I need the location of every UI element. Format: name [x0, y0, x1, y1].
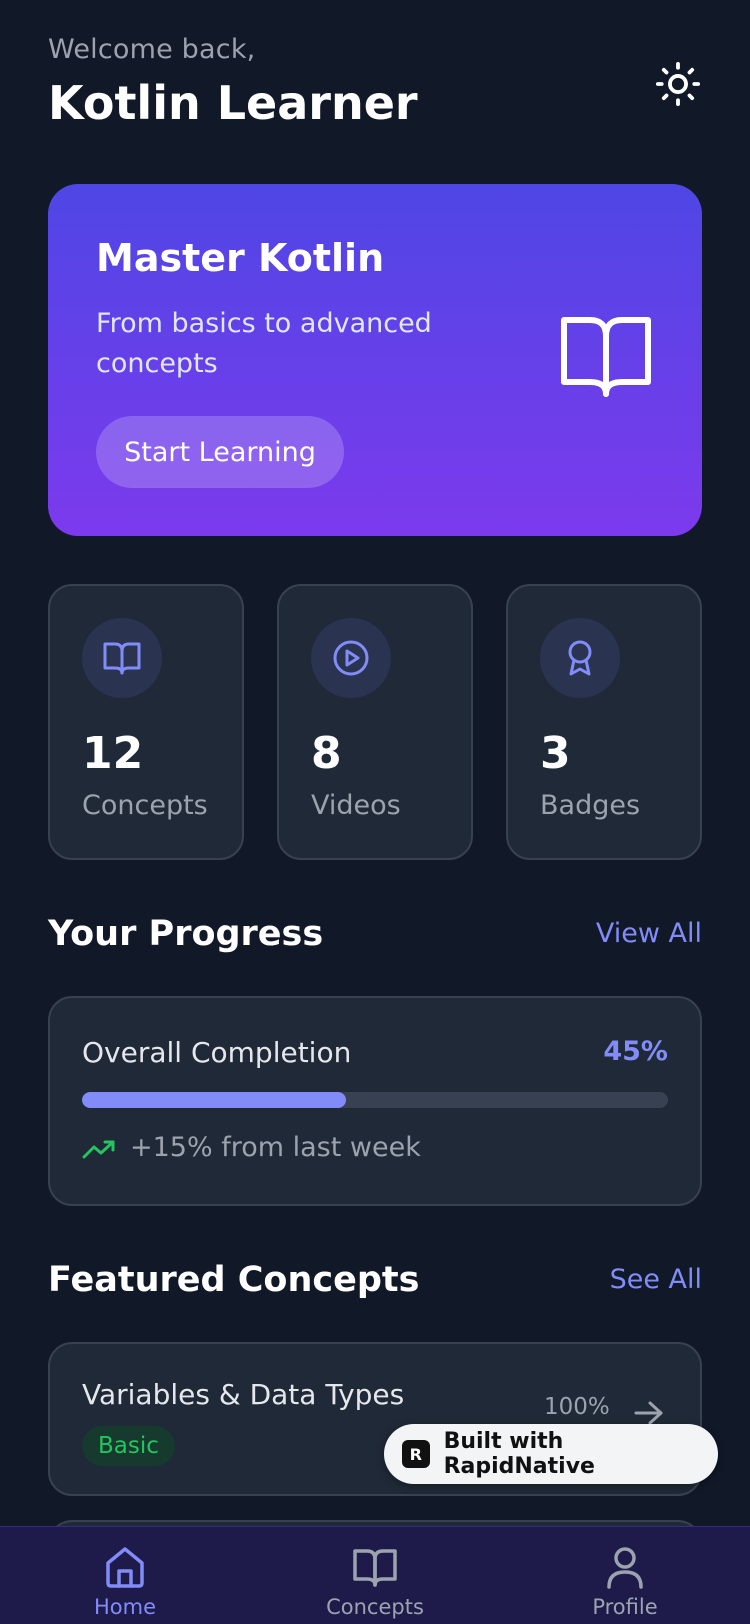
- stat-card-badges[interactable]: 3 Badges: [506, 584, 702, 860]
- tab-profile[interactable]: Profile: [500, 1527, 750, 1624]
- progress-label: Overall Completion: [82, 1036, 352, 1069]
- tab-concepts[interactable]: Concepts: [250, 1527, 500, 1624]
- built-with-badge[interactable]: R Built with RapidNative: [384, 1424, 718, 1484]
- stat-icon-badge: [82, 618, 162, 698]
- progress-percent: 45%: [603, 1036, 668, 1067]
- award-icon: [568, 640, 592, 676]
- stat-card-videos[interactable]: 8 Videos: [277, 584, 473, 860]
- sun-icon: [655, 61, 701, 107]
- trend-text: +15% from last week: [130, 1132, 421, 1163]
- stat-label: Concepts: [82, 790, 208, 821]
- progress-bar-fill: [82, 1092, 346, 1108]
- view-all-link[interactable]: View All: [596, 918, 702, 949]
- progress-bar: [82, 1092, 668, 1108]
- level-badge: Basic: [82, 1426, 175, 1466]
- featured-section-title: Featured Concepts: [48, 1260, 420, 1300]
- stat-icon-badge: [311, 618, 391, 698]
- start-learning-button[interactable]: Start Learning: [96, 416, 344, 488]
- stat-value: 8: [311, 728, 342, 779]
- bottom-tab-bar: Home Concepts Profile: [0, 1526, 750, 1624]
- see-all-link[interactable]: See All: [610, 1264, 702, 1295]
- progress-section-title: Your Progress: [48, 914, 324, 954]
- stat-label: Badges: [540, 790, 641, 821]
- stat-value: 12: [82, 728, 144, 779]
- user-icon: [607, 1547, 643, 1589]
- book-open-icon: [561, 317, 651, 397]
- book-open-icon: [353, 1549, 397, 1587]
- concept-percent: 100%: [544, 1394, 610, 1420]
- stat-value: 3: [540, 728, 571, 779]
- stat-card-concepts[interactable]: 12 Concepts: [48, 584, 244, 860]
- tab-label: Profile: [592, 1595, 658, 1619]
- theme-toggle-button[interactable]: [654, 60, 702, 108]
- stat-label: Videos: [311, 790, 401, 821]
- user-name: Kotlin Learner: [48, 76, 418, 130]
- concept-title: Variables & Data Types: [82, 1378, 405, 1411]
- arrow-right-icon: [634, 1401, 663, 1425]
- book-open-icon: [103, 642, 141, 675]
- play-circle-icon: [333, 640, 369, 676]
- tab-label: Concepts: [326, 1595, 424, 1619]
- hero-card: Master Kotlin From basics to advanced co…: [48, 184, 702, 536]
- trending-up-icon: [82, 1140, 115, 1159]
- tab-label: Home: [93, 1595, 156, 1619]
- rapidnative-logo: R: [402, 1440, 430, 1468]
- progress-card: Overall Completion 45% +15% from last we…: [48, 996, 702, 1206]
- built-with-text: Built with RapidNative: [443, 1429, 595, 1479]
- hero-subtitle: From basics to advanced concepts: [96, 308, 432, 379]
- welcome-text: Welcome back,: [48, 34, 256, 65]
- tab-home[interactable]: Home: [0, 1527, 250, 1624]
- hero-title: Master Kotlin: [96, 236, 385, 280]
- stat-icon-badge: [540, 618, 620, 698]
- home-icon: [106, 1547, 144, 1588]
